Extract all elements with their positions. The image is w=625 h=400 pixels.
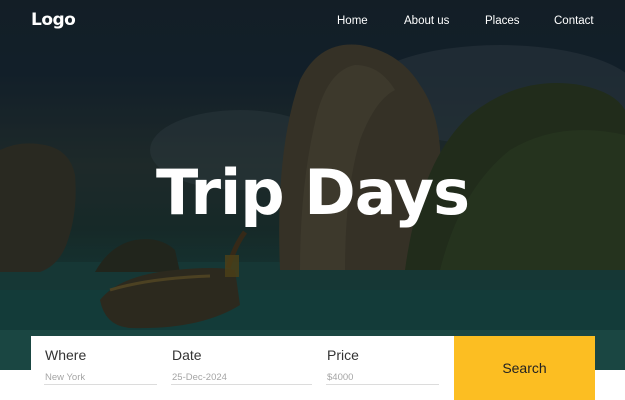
price-input[interactable] — [326, 371, 439, 385]
nav-home[interactable]: Home — [337, 15, 368, 27]
hero-title: Trip Days — [156, 156, 470, 229]
price-field: Price — [313, 336, 453, 400]
nav-contact[interactable]: Contact — [554, 15, 594, 27]
where-field: Where — [31, 336, 161, 400]
date-input[interactable] — [171, 371, 312, 385]
search-bar: Where Date Price Search — [31, 336, 595, 400]
date-field: Date — [158, 336, 313, 400]
price-label: Price — [327, 347, 359, 363]
nav-places[interactable]: Places — [485, 15, 520, 27]
nav-about-us[interactable]: About us — [404, 15, 449, 27]
where-input[interactable] — [44, 371, 157, 385]
search-button[interactable]: Search — [454, 336, 595, 400]
date-label: Date — [172, 347, 202, 363]
hero-banner: Logo Home About us Places Contact Trip D… — [0, 0, 625, 370]
where-label: Where — [45, 347, 87, 363]
main-nav: Home About us Places Contact — [0, 15, 625, 31]
